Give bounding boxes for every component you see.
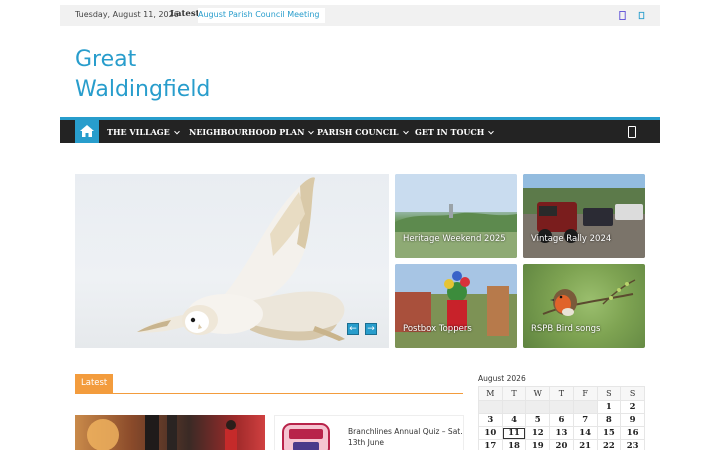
nav-item-label: GET IN TOUCH: [415, 127, 485, 137]
heritage-weekend-image: [395, 174, 517, 258]
calendar-day: 9: [620, 413, 645, 427]
featured-tile-vintage-rally[interactable]: Vintage Rally 2024: [523, 174, 645, 258]
chevron-down-icon: [488, 128, 495, 135]
weekday-header: M: [478, 386, 503, 401]
nav-item-parish-council[interactable]: PARISH COUNCIL: [317, 127, 409, 137]
calendar-weekday-row: M T W T F S S: [478, 386, 645, 401]
weekday-header: W: [525, 386, 551, 401]
nav-item-label: PARISH COUNCIL: [317, 127, 399, 137]
calendar-day: 1: [596, 400, 622, 414]
calendar-week-row: 17 18 19 20 21 22 23: [478, 439, 645, 450]
calendar-day: 7: [572, 413, 598, 427]
calendar-empty-cell: [478, 400, 503, 414]
tile-caption: Heritage Weekend 2025: [403, 234, 506, 244]
calendar-week-row: 10 11 12 13 14 15 16: [478, 426, 645, 440]
calendar-empty-cell: [501, 400, 527, 414]
calendar-day: 10: [478, 426, 503, 440]
calendar-empty-cell: [572, 400, 598, 414]
calendar-day: 17: [478, 439, 503, 450]
calendar-widget: August 2026 M T W T F S S 1 2 3 4 5 6 7 8 9 10 11 1…: [478, 374, 646, 450]
top-bar: Tuesday, August 11, 2026 Latest: August …: [60, 5, 660, 26]
weekday-header: F: [572, 386, 598, 401]
featured-tile-heritage-weekend[interactable]: Heritage Weekend 2025: [395, 174, 517, 258]
calendar-day: 22: [596, 439, 622, 450]
current-date: Tuesday, August 11, 2026: [75, 10, 179, 19]
calendar-week-row: 12: [478, 400, 645, 414]
slider-prev-button[interactable]: ←: [347, 323, 359, 335]
quiz-night-thumbnail[interactable]: [281, 420, 333, 450]
calendar-day: 15: [596, 426, 622, 440]
tile-caption: RSPB Bird songs: [531, 324, 601, 334]
calendar-day: 8: [596, 413, 622, 427]
post-title-link[interactable]: Branchlines Annual Quiz – Sat. 13th June: [348, 426, 463, 448]
tile-caption: Vintage Rally 2024: [531, 234, 612, 244]
calendar-day: 16: [620, 426, 645, 440]
calendar-body: 1 2 3 4 5 6 7 8 9 10 11 12 13 14 15 16 17 18 19 20 21 22 23: [478, 400, 645, 450]
calendar-day: 23: [620, 439, 645, 450]
calendar-empty-cell: [525, 400, 551, 414]
site-title-link[interactable]: Great Waldingfield: [75, 45, 275, 105]
featured-slider[interactable]: ← →: [75, 174, 389, 348]
latest-post-quiz: Branchlines Annual Quiz – Sat. 13th June: [274, 415, 464, 450]
nav-item-label: THE VILLAGE: [107, 127, 170, 137]
ticker-headline-link[interactable]: August Parish Council Meeting: [198, 8, 326, 23]
latest-post-image-link[interactable]: [75, 415, 265, 450]
weekday-header: T: [549, 386, 574, 401]
calendar-day: 4: [501, 413, 527, 427]
calendar-table: M T W T F S S 1 2 3 4 5 6 7 8 9 10 11 12 13 14 15 16 17 1…: [478, 386, 645, 450]
featured-tile-rspb-bird-songs[interactable]: RSPB Bird songs: [523, 264, 645, 348]
page: Tuesday, August 11, 2026 Latest: August …: [0, 0, 720, 450]
calendar-caption: August 2026: [478, 374, 526, 383]
calendar-day: 19: [525, 439, 551, 450]
postbox-toppers-image: [395, 264, 517, 348]
calendar-day: 20: [549, 439, 574, 450]
calendar-empty-cell: [549, 400, 574, 414]
twitter-icon[interactable]: [637, 11, 646, 20]
calendar-day: 18: [501, 439, 527, 450]
robin-image: [542, 279, 636, 316]
tile-caption: Postbox Toppers: [403, 324, 472, 334]
chevron-down-icon: [402, 128, 409, 135]
weekday-header: T: [501, 386, 527, 401]
main-navigation: THE VILLAGE NEIGHBOURHOOD PLAN PARISH CO…: [60, 117, 660, 143]
calendar-day: 21: [572, 439, 598, 450]
latest-heading: Latest: [75, 374, 114, 394]
slider-next-button[interactable]: →: [365, 323, 377, 335]
barn-owl-image: [137, 177, 345, 341]
nav-item-label: NEIGHBOURHOOD PLAN: [189, 127, 305, 137]
mobile-menu-icon[interactable]: [628, 126, 636, 138]
nav-item-the-village[interactable]: THE VILLAGE: [107, 127, 180, 137]
calendar-day-today: 11: [501, 426, 527, 440]
home-button[interactable]: [75, 120, 99, 143]
nav-item-get-in-touch[interactable]: GET IN TOUCH: [415, 127, 495, 137]
latest-section-header: Latest: [75, 374, 463, 394]
calendar-day: 14: [572, 426, 598, 440]
calendar-day: 3: [478, 413, 503, 427]
calendar-day: 6: [549, 413, 574, 427]
home-icon: [80, 125, 94, 137]
latest-post-photo: [87, 415, 237, 450]
weekday-header: S: [596, 386, 622, 401]
chevron-down-icon: [308, 128, 315, 135]
nav-item-neighbourhood-plan[interactable]: NEIGHBOURHOOD PLAN: [189, 127, 315, 137]
quiz-night-logo: [282, 423, 330, 450]
calendar-day: 2: [620, 400, 645, 414]
vintage-rally-image: [523, 174, 645, 258]
facebook-icon[interactable]: [618, 11, 627, 20]
chevron-down-icon: [173, 128, 180, 135]
featured-tile-postbox-toppers[interactable]: Postbox Toppers: [395, 264, 517, 348]
calendar-day: 5: [525, 413, 551, 427]
weekday-header: S: [620, 386, 645, 401]
calendar-day: 12: [525, 426, 551, 440]
calendar-week-row: 3456789: [478, 413, 645, 427]
calendar-day: 13: [549, 426, 574, 440]
